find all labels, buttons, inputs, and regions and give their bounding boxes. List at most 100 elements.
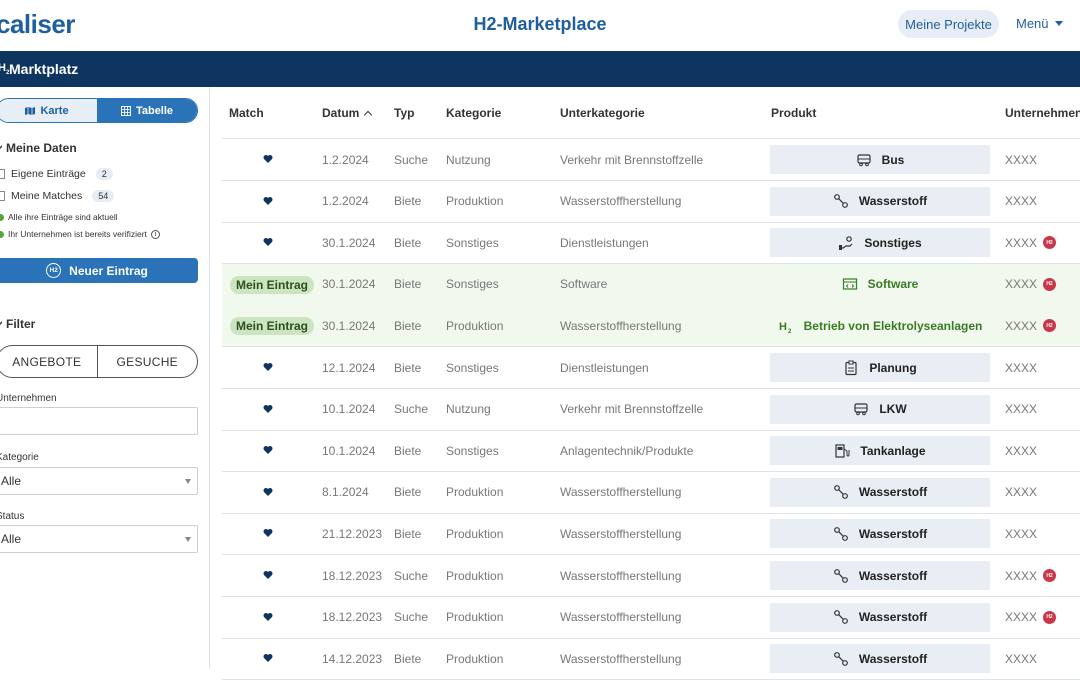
cell-subcategory: Wasserstoffherstellung	[560, 526, 682, 541]
cell-subcategory: Wasserstoffherstellung	[560, 568, 682, 583]
chevron-down-icon	[0, 145, 2, 149]
heart-icon[interactable]	[263, 653, 273, 663]
table-row[interactable]: 18.12.2023 Suche Produktion Wasserstoffh…	[222, 555, 1080, 597]
product-chip[interactable]: Wasserstoff	[770, 186, 990, 216]
column-header-date[interactable]: Datum	[322, 106, 373, 120]
table-row[interactable]: 12.1.2024 Biete Sonstiges Dienstleistung…	[222, 347, 1080, 389]
heart-icon[interactable]	[263, 154, 273, 164]
product-chip[interactable]: Wasserstoff	[770, 561, 990, 590]
product-chip[interactable]: Bus	[770, 145, 990, 174]
own-entries-checkbox[interactable]	[0, 169, 5, 179]
table-row[interactable]: 10.1.2024 Biete Sonstiges Anlagentechnik…	[222, 430, 1080, 473]
info-icon[interactable]: i	[150, 229, 160, 239]
product-chip[interactable]: Tankanlage	[770, 436, 990, 466]
cell-company: XXXX	[1005, 513, 1037, 554]
company-name: XXXX	[1005, 443, 1038, 458]
heart-icon[interactable]	[263, 404, 273, 414]
top-header: caliser H2-Marketplace Meine Projekte Me…	[0, 0, 1080, 51]
cell-date: 14.12.2023	[322, 651, 383, 666]
cell-company: XXXX H2	[1005, 222, 1057, 263]
cell-category: Sonstiges	[446, 360, 499, 375]
entries-status: Alle ihre Einträge sind aktuell	[0, 212, 118, 222]
my-projects-button[interactable]: Meine Projekte	[898, 10, 999, 38]
column-header-category[interactable]: Kategorie	[446, 106, 501, 120]
cell-category: Sonstiges	[446, 443, 499, 458]
table-row[interactable]: 1.2.2024 Biete Produktion Wasserstoffher…	[222, 181, 1080, 223]
heart-icon[interactable]	[263, 487, 273, 497]
cell-company: XXXX H2	[1005, 305, 1057, 346]
bus-icon	[856, 152, 872, 168]
view-table-button[interactable]: Tabelle	[97, 99, 197, 122]
company-name: XXXX	[1005, 277, 1038, 292]
product-label: Sonstiges	[864, 235, 922, 250]
heart-icon[interactable]	[263, 362, 273, 372]
molecule-icon	[833, 568, 849, 584]
cell-company: XXXX	[1005, 638, 1037, 679]
category-label: Kategorie	[0, 452, 39, 463]
table-row[interactable]: 30.1.2024 Biete Sonstiges Dienstleistung…	[222, 222, 1080, 265]
view-map-button[interactable]: Karte	[0, 99, 97, 122]
cell-subcategory: Anlagentechnik/Produkte	[560, 443, 694, 458]
cell-type: Suche	[394, 152, 429, 167]
h2-icon: H2	[0, 62, 10, 77]
h2-verified-badge-icon: H2	[1043, 236, 1057, 250]
molecule-icon	[833, 526, 849, 542]
category-select[interactable]: Alle	[0, 467, 198, 495]
product-chip[interactable]: LKW	[770, 394, 990, 424]
offers-button[interactable]: ANGEBOTE	[0, 346, 97, 377]
product-label: LKW	[879, 402, 907, 417]
cell-type: Biete	[394, 443, 422, 458]
heart-icon[interactable]	[263, 528, 273, 538]
dropdown-arrow-icon	[185, 537, 191, 542]
filter-title: Filter	[6, 317, 36, 331]
heart-icon[interactable]	[263, 196, 273, 206]
menu-dropdown[interactable]: Menü	[1016, 16, 1063, 31]
status-select[interactable]: Alle	[0, 525, 198, 553]
column-header-subcategory[interactable]: Unterkategorie	[560, 106, 645, 120]
heart-icon[interactable]	[263, 570, 273, 580]
product-chip[interactable]: Software	[770, 270, 990, 299]
column-header-match[interactable]: Match	[229, 106, 264, 120]
table-row[interactable]: Mein Eintrag 30.1.2024 Biete Produktion …	[222, 305, 1080, 348]
view-map-label: Karte	[40, 104, 69, 117]
product-chip[interactable]: Planung	[770, 353, 990, 382]
product-label: Wasserstoff	[858, 526, 928, 541]
heart-icon[interactable]	[263, 445, 273, 455]
cell-date: 10.1.2024	[322, 402, 376, 417]
table-row[interactable]: 8.1.2024 Biete Produktion Wasserstoffher…	[222, 472, 1080, 514]
cell-date: 1.2.2024	[322, 152, 369, 167]
product-label: Tankanlage	[860, 443, 926, 458]
cell-date: 10.1.2024	[322, 443, 376, 458]
product-chip[interactable]: Sonstiges	[770, 228, 990, 258]
cell-subcategory: Wasserstoffherstellung	[560, 610, 682, 625]
product-label: Betrieb von Elektrolyseanlagen	[803, 318, 983, 333]
table-row[interactable]: 14.12.2023 Biete Produktion Wasserstoffh…	[222, 638, 1080, 680]
cell-company: XXXX H2	[1005, 264, 1057, 305]
heart-icon[interactable]	[263, 612, 273, 622]
own-entries-checkbox-row[interactable]: Eigene Einträge 2	[0, 168, 113, 180]
my-matches-checkbox-row[interactable]: Meine Matches 54	[0, 190, 115, 202]
molecule-icon	[833, 651, 849, 667]
product-chip[interactable]: H2 Betrieb von Elektrolyseanlagen	[770, 311, 990, 340]
table-row[interactable]: 10.1.2024 Suche Nutzung Verkehr mit Bren…	[222, 389, 1080, 431]
column-header-product[interactable]: Produkt	[771, 106, 816, 120]
view-table-label: Tabelle	[135, 104, 174, 117]
table-row[interactable]: Mein Eintrag 30.1.2024 Biete Sonstiges S…	[222, 263, 1080, 306]
sort-ascending-icon	[364, 110, 373, 119]
my-matches-checkbox[interactable]	[0, 191, 5, 201]
product-chip[interactable]: Wasserstoff	[770, 519, 990, 549]
column-header-company[interactable]: Unternehmen	[1005, 106, 1080, 120]
heart-icon[interactable]	[263, 237, 273, 247]
company-input[interactable]	[0, 407, 198, 435]
product-chip[interactable]: Wasserstoff	[770, 602, 990, 632]
requests-button[interactable]: GESUCHE	[96, 346, 198, 377]
h2-icon: H2	[46, 263, 62, 278]
product-chip[interactable]: Wasserstoff	[770, 477, 990, 507]
table-row[interactable]: 1.2.2024 Suche Nutzung Verkehr mit Brenn…	[222, 139, 1080, 181]
company-name: XXXX	[1005, 152, 1038, 167]
table-row[interactable]: 18.12.2023 Suche Produktion Wasserstoffh…	[222, 597, 1080, 639]
table-row[interactable]: 21.12.2023 Biete Produktion Wasserstoffh…	[222, 513, 1080, 556]
new-entry-button[interactable]: H2 Neuer Eintrag	[0, 258, 198, 283]
cell-date: 30.1.2024	[322, 318, 376, 333]
column-header-type[interactable]: Typ	[394, 106, 414, 120]
